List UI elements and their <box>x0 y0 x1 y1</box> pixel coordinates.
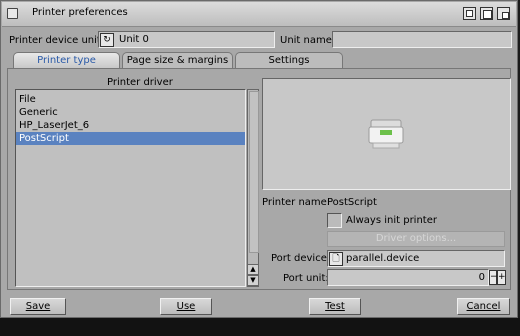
test-button[interactable]: Test <box>309 298 361 315</box>
tab-printer-type[interactable]: Printer type <box>13 52 120 68</box>
scroll-down-icon[interactable]: ▼ <box>247 275 259 286</box>
device-unit-cycle[interactable]: ↻ Unit 0 <box>98 31 275 48</box>
cancel-button[interactable]: Cancel <box>457 298 510 315</box>
decrement-icon[interactable]: − <box>489 270 498 285</box>
list-item[interactable]: HP_LaserJet_6 <box>16 119 245 132</box>
save-button[interactable]: Save <box>10 298 66 315</box>
printer-preview <box>262 78 511 190</box>
port-device-field[interactable]: 🗋 parallel.device <box>327 250 505 267</box>
list-item[interactable]: Generic <box>16 106 245 119</box>
iconify-icon[interactable] <box>463 7 476 20</box>
test-button-label: Test <box>325 301 345 312</box>
use-button[interactable]: Use <box>160 298 212 315</box>
zoom-icon[interactable] <box>480 7 493 20</box>
tab-page-size-margins[interactable]: Page size & margins <box>122 52 233 68</box>
always-init-checkbox[interactable] <box>327 213 342 228</box>
unit-name-field[interactable] <box>332 31 512 48</box>
scroll-knob[interactable] <box>249 91 259 253</box>
title-bar[interactable]: Printer preferences <box>2 2 516 27</box>
port-device-label: Port device: <box>271 253 331 264</box>
window-title: Printer preferences <box>32 7 128 18</box>
printer-name-value: PostScript <box>327 197 377 208</box>
unit-name-label: Unit name: <box>280 35 336 46</box>
port-unit-field[interactable]: 0 <box>327 269 489 286</box>
use-button-label: Use <box>176 301 196 312</box>
tab-settings[interactable]: Settings <box>235 52 343 68</box>
driver-options-button[interactable]: Driver options... <box>327 231 505 247</box>
printer-icon <box>368 119 404 149</box>
printer-name-label: Printer name: <box>262 197 331 208</box>
save-button-label: Save <box>25 301 51 312</box>
cycle-icon: ↻ <box>100 33 114 47</box>
close-icon[interactable] <box>7 8 18 19</box>
printer-preferences-window: Printer preferences Printer device unit:… <box>0 0 518 318</box>
screen-background <box>0 318 520 336</box>
file-popup-icon[interactable]: 🗋 <box>329 252 343 266</box>
list-item-selected[interactable]: PostScript <box>16 132 245 145</box>
driver-list-scrollbar[interactable]: ▲ ▼ <box>247 89 259 287</box>
always-init-label: Always init printer <box>346 215 437 226</box>
scroll-up-icon[interactable]: ▲ <box>247 264 259 275</box>
cancel-button-label: Cancel <box>466 301 501 312</box>
printer-driver-heading: Printer driver <box>107 77 173 88</box>
increment-icon[interactable]: + <box>497 270 506 285</box>
printer-driver-list[interactable]: File Generic HP_LaserJet_6 PostScript <box>15 89 246 287</box>
port-device-value: parallel.device <box>346 253 420 264</box>
device-unit-value: Unit 0 <box>119 34 149 45</box>
list-item[interactable]: File <box>16 93 245 106</box>
depth-icon[interactable] <box>497 7 510 20</box>
port-unit-label: Port unit: <box>283 273 329 284</box>
device-unit-label: Printer device unit: <box>9 35 105 46</box>
